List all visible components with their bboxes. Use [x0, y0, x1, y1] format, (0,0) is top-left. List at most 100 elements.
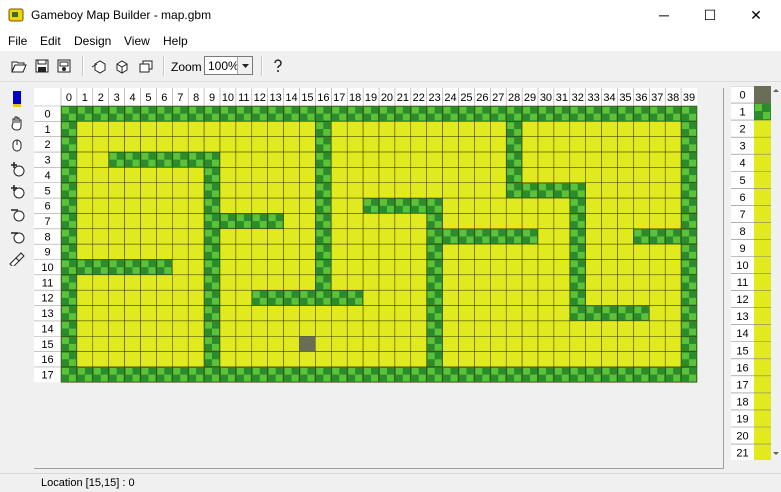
floor-tile: [267, 228, 284, 245]
floor-tile: [537, 305, 555, 322]
tile-list[interactable]: 0123456789101112131415161718192021: [731, 85, 781, 460]
wall-tile-highlight: [323, 190, 331, 198]
wall-tile-highlight: [259, 297, 267, 305]
zoom-select[interactable]: 100%: [204, 56, 253, 75]
delete-column-icon[interactable]: [6, 227, 28, 245]
floor-tile: [140, 289, 157, 306]
chevron-down-icon[interactable]: [237, 57, 252, 74]
wall-tile-highlight: [466, 374, 474, 382]
column-label: 39: [683, 92, 695, 104]
floor-tile: [601, 259, 618, 276]
column-label: 10: [222, 92, 234, 104]
menu-design[interactable]: Design: [74, 34, 111, 48]
wall-tile-highlight: [62, 245, 69, 252]
floor-tile: [378, 351, 396, 368]
wall-tile-highlight: [323, 374, 331, 382]
wall-tile-highlight: [641, 236, 649, 244]
floor-tile: [140, 197, 157, 214]
floor-tile: [410, 243, 427, 260]
floor-tile: [521, 289, 539, 306]
wall-tile-highlight: [227, 221, 235, 228]
wall-tile-highlight: [650, 367, 658, 375]
menu-help[interactable]: Help: [163, 34, 188, 48]
wall-tile-highlight: [62, 275, 69, 283]
column-label: 27: [492, 92, 504, 104]
wall-tile-highlight: [427, 321, 435, 329]
add-row-icon[interactable]: [6, 160, 28, 178]
wall-tile-highlight: [268, 291, 276, 298]
wall-tile-highlight: [577, 205, 585, 213]
pointer-tool-icon[interactable]: [6, 90, 28, 108]
wall-tile-highlight: [189, 367, 197, 375]
paste-icon[interactable]: [136, 56, 156, 76]
floor-tile: [267, 136, 284, 153]
floor-tile: [267, 274, 284, 291]
wall-tile-highlight: [427, 214, 435, 222]
floor-tile: [140, 305, 157, 322]
floor-tile: [569, 336, 586, 352]
delete-row-icon[interactable]: [6, 205, 28, 223]
close-button[interactable]: ✕: [733, 0, 779, 31]
minimize-button[interactable]: ─: [641, 0, 687, 31]
menu-file[interactable]: File: [8, 34, 27, 48]
save-icon[interactable]: [32, 56, 52, 76]
wall-tile-highlight: [316, 214, 324, 222]
wall-tile-highlight: [673, 113, 681, 121]
wall-tile-highlight: [554, 183, 562, 191]
wall-tile-highlight: [212, 374, 219, 382]
save-as-icon[interactable]: [54, 56, 74, 76]
wall-tile-highlight: [316, 367, 324, 375]
help-icon[interactable]: [268, 56, 288, 76]
wall-tile-highlight: [212, 267, 219, 274]
floor-tile: [299, 213, 316, 230]
floor-tile: [442, 274, 459, 291]
floor-tile: [394, 121, 412, 137]
map-grid[interactable]: 0 1 2 3 4 5 6 7 8 9 10 11 12 13 14 15 16 17 18 19 20 21 22 23 24…: [34, 88, 704, 398]
floor-tile: [331, 121, 348, 137]
floor-tile: [442, 121, 459, 137]
floor-tile: [235, 289, 253, 306]
floor-tile: [108, 228, 125, 245]
wall-tile-highlight: [116, 374, 124, 382]
floor-tile: [283, 259, 300, 276]
fill-icon[interactable]: [6, 250, 28, 268]
floor-tile: [378, 167, 396, 184]
floor-tile: [283, 320, 300, 337]
floor-tile: [172, 167, 189, 184]
copy-icon[interactable]: [89, 56, 109, 76]
wall-tile-highlight: [570, 367, 578, 375]
wall-tile-highlight: [689, 221, 696, 228]
floor-tile: [664, 182, 682, 199]
tile-palette[interactable]: 0 1 2 3 4 5 6 7 8 9 10 11 12 13 14 15 16 17 18 19 20 21: [731, 85, 781, 460]
wall-tile-highlight: [291, 113, 299, 121]
floor-tile: [172, 121, 189, 137]
floor-tile: [235, 228, 253, 245]
menu-edit[interactable]: Edit: [40, 34, 61, 48]
floor-tile: [521, 305, 539, 322]
cut-icon[interactable]: [112, 56, 132, 76]
column-label: 1: [82, 92, 88, 104]
wall-tile-highlight: [316, 107, 324, 114]
maximize-button[interactable]: ☐: [687, 0, 733, 31]
wall-tile-highlight: [141, 367, 149, 375]
zoom-icon[interactable]: [6, 136, 28, 154]
wall-tile-highlight: [205, 291, 213, 298]
wall-tile-highlight: [434, 359, 442, 366]
menu-view[interactable]: View: [124, 34, 150, 48]
floor-tile: [474, 336, 491, 352]
floor-tile: [235, 336, 253, 352]
floor-tile: [156, 243, 173, 260]
open-icon[interactable]: [9, 56, 29, 76]
map-canvas[interactable]: 0 1 2 3 4 5 6 7 8 9 10 11 12 13 14 15 16 17 18 19 20 21 22 23 24…: [34, 88, 724, 469]
floor-tile: [458, 167, 475, 184]
add-column-icon[interactable]: [6, 182, 28, 200]
column-label: 21: [397, 92, 409, 104]
wall-tile-highlight: [371, 113, 378, 121]
floor-tile: [76, 151, 94, 168]
tile-index-label: 20: [736, 431, 748, 443]
floor-tile: [633, 320, 650, 337]
floor-tile: [617, 259, 634, 276]
tile-index-label: 14: [736, 328, 748, 340]
floor-tile: [649, 274, 666, 291]
hand-icon[interactable]: [6, 114, 28, 132]
